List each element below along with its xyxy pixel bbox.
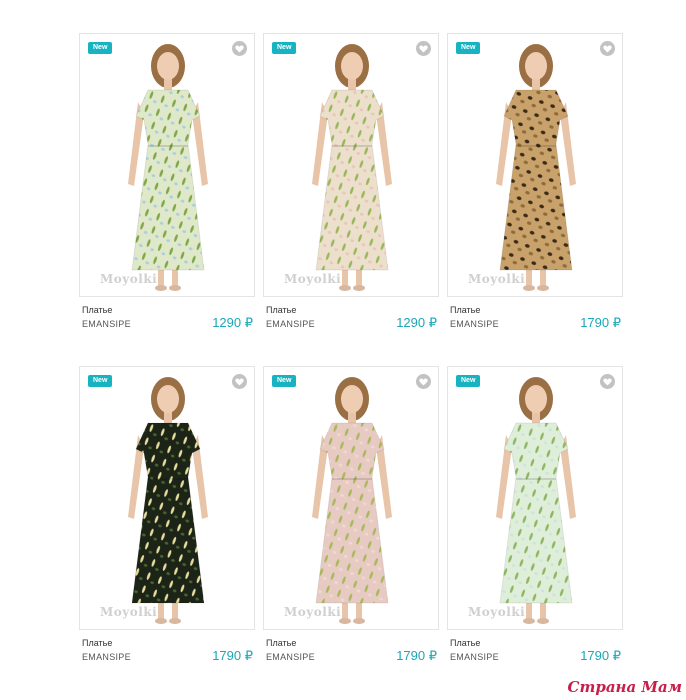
product-brand: EMANSIPE (450, 319, 499, 329)
new-badge: New (272, 375, 297, 387)
product-photo[interactable]: New Moyolki (79, 33, 255, 297)
new-badge: New (88, 42, 113, 54)
dress-image (496, 44, 576, 291)
new-badge: New (88, 375, 113, 387)
new-badge: New (456, 375, 481, 387)
product-card[interactable]: New Moyolki Платье EMANSIPE 1790 ₽ (263, 366, 439, 670)
brand-watermark: Moyolki (284, 605, 342, 619)
brand-watermark: Moyolki (100, 272, 158, 286)
dress-image (496, 377, 576, 624)
product-price: 1790 ₽ (212, 648, 253, 663)
product-info: Платье EMANSIPE 1290 ₽ (79, 297, 255, 337)
product-photo[interactable]: New Moyolki (263, 33, 439, 297)
dress-image (128, 377, 208, 624)
product-price: 1790 ₽ (396, 648, 437, 663)
favorite-heart-icon[interactable] (232, 41, 247, 56)
product-name[interactable]: Платье (82, 305, 112, 315)
favorite-heart-icon[interactable] (416, 41, 431, 56)
product-info: Платье EMANSIPE 1290 ₽ (263, 297, 439, 337)
brand-watermark: Moyolki (100, 605, 158, 619)
product-brand: EMANSIPE (82, 652, 131, 662)
product-name[interactable]: Платье (266, 305, 296, 315)
brand-watermark: Moyolki (468, 272, 526, 286)
product-info: Платье EMANSIPE 1790 ₽ (447, 297, 623, 337)
product-card[interactable]: New Moyolki Платье EMANSIPE 1790 ₽ (447, 366, 623, 670)
product-photo[interactable]: New Moyolki (447, 33, 623, 297)
dress-image (312, 44, 392, 291)
product-brand: EMANSIPE (450, 652, 499, 662)
product-name[interactable]: Платье (266, 638, 296, 648)
product-price: 1290 ₽ (212, 315, 253, 330)
product-price: 1790 ₽ (580, 315, 621, 330)
site-watermark: Страна Мам (567, 678, 682, 696)
product-grid: New Moyolki Платье EMANSIPE 1290 ₽ New M… (0, 0, 686, 700)
product-card[interactable]: New Moyolki Платье EMANSIPE 1790 ₽ (79, 366, 255, 670)
product-brand: EMANSIPE (82, 319, 131, 329)
product-name[interactable]: Платье (450, 638, 480, 648)
product-price: 1790 ₽ (580, 648, 621, 663)
dress-image (312, 377, 392, 624)
product-price: 1290 ₽ (396, 315, 437, 330)
brand-watermark: Moyolki (468, 605, 526, 619)
product-photo[interactable]: New Moyolki (79, 366, 255, 630)
favorite-heart-icon[interactable] (416, 374, 431, 389)
product-info: Платье EMANSIPE 1790 ₽ (79, 630, 255, 670)
product-brand: EMANSIPE (266, 652, 315, 662)
product-photo[interactable]: New Moyolki (447, 366, 623, 630)
favorite-heart-icon[interactable] (232, 374, 247, 389)
brand-watermark: Moyolki (284, 272, 342, 286)
favorite-heart-icon[interactable] (600, 374, 615, 389)
product-photo[interactable]: New Moyolki (263, 366, 439, 630)
favorite-heart-icon[interactable] (600, 41, 615, 56)
product-brand: EMANSIPE (266, 319, 315, 329)
product-info: Платье EMANSIPE 1790 ₽ (263, 630, 439, 670)
new-badge: New (456, 42, 481, 54)
product-name[interactable]: Платье (450, 305, 480, 315)
product-card[interactable]: New Moyolki Платье EMANSIPE 1790 ₽ (447, 33, 623, 337)
product-name[interactable]: Платье (82, 638, 112, 648)
product-info: Платье EMANSIPE 1790 ₽ (447, 630, 623, 670)
product-card[interactable]: New Moyolki Платье EMANSIPE 1290 ₽ (263, 33, 439, 337)
dress-image (128, 44, 208, 291)
product-card[interactable]: New Moyolki Платье EMANSIPE 1290 ₽ (79, 33, 255, 337)
new-badge: New (272, 42, 297, 54)
